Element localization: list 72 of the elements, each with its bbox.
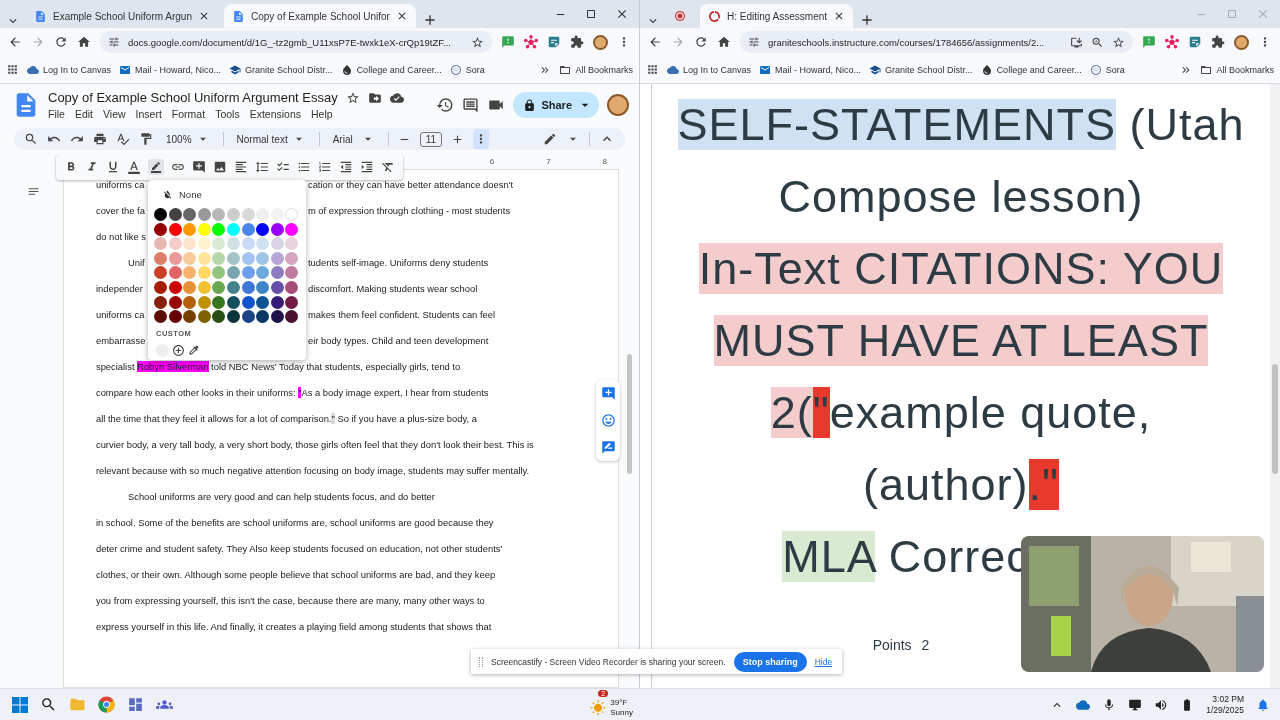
menu-item[interactable]: File	[48, 108, 65, 120]
text-line: in school. Some of the benefits are school uniforms are, school uniforms are good because they	[95, 516, 494, 530]
text-fragment: cation or they can have better attendance doesn't	[307, 178, 513, 192]
text-line: specialist Robyn Silverman told NBC News' Today that students, especially girls, tend to	[95, 360, 461, 374]
font-dropdown[interactable]: Arial	[328, 132, 379, 146]
menu-item[interactable]: Extensions	[249, 108, 301, 120]
style-dropdown[interactable]: Normal text	[232, 132, 310, 146]
text-line: compare how each other looks in their uniforms: "As a body image expert, I hear from students	[95, 386, 489, 400]
font-size-field[interactable]: 11	[419, 131, 443, 147]
text-fragment: tudents self-image. Uniforms deny students	[307, 256, 489, 270]
sharing-message: Screencastify - Screen Video Recorder is sharing your screen.	[491, 656, 726, 667]
temperature: 39°F	[610, 697, 629, 708]
text-line: School uniforms are very good and can help students focus, and do better	[126, 490, 435, 504]
address-bar[interactable]: docs.google.com/document/d/1G_-tz2gmb_U11xsP7E-twxk1eX-crQp19tZF...	[100, 31, 492, 53]
text-line: all the time that they feel it allows for a lot of comparison." So if you have a plus-size body, a	[95, 412, 477, 426]
bookmark[interactable]: Sora	[1089, 63, 1125, 76]
ruler-number: 8	[602, 157, 608, 166]
bookmark[interactable]: Log In to Canvas	[27, 63, 112, 76]
time: 3:02 PM	[1212, 693, 1244, 705]
browser-tab[interactable]: H: Editing Assessment	[700, 4, 854, 28]
text-fragment: eir body types. Child and teen development	[307, 334, 489, 348]
heading-line: (author)."	[862, 458, 1059, 512]
text-line: curvier body, a very tall body, a very short body, those girls often feel that they don't look their best. This is	[95, 438, 534, 452]
stop-sharing-button[interactable]: Stop sharing	[733, 651, 807, 672]
text-fragment: do not like s	[95, 231, 146, 242]
text-fragment: makes them feel confident. Students can feel	[307, 308, 496, 322]
points-label: Points	[872, 637, 912, 653]
hide-link[interactable]: Hide	[814, 656, 833, 667]
text-line: express yourself in this life. And finally, it creates a playing field among students that shows that	[95, 620, 492, 634]
text-fragment: discomfort. Making students wear school	[307, 282, 478, 296]
text-fragment: embarrasse	[95, 335, 146, 346]
bookmark[interactable]: Granite School Distr...	[229, 63, 333, 76]
menu-item[interactable]: Format	[171, 108, 206, 120]
text-fragment: cover the fa	[95, 205, 145, 216]
menu-item[interactable]: Edit	[74, 108, 93, 120]
bookmark[interactable]: College and Career...	[980, 63, 1082, 76]
heading-line: Compose lesson)	[778, 170, 1144, 224]
zoom-dropdown[interactable]: 100%	[162, 132, 214, 146]
bookmark[interactable]: Granite School Distr...	[869, 63, 973, 76]
text-fragment: m of expression through clothing - most students	[307, 204, 511, 218]
document-title[interactable]: Copy of Example School Uniform Argument Essay	[48, 90, 338, 105]
text-fragment: Unif	[127, 257, 145, 268]
text-line: you from expressing yourself, this isn't the case, because there are many, many other ways to	[95, 594, 485, 608]
browser-tab[interactable]: Copy of Example School Unifor	[223, 4, 416, 28]
none-option[interactable]: None	[154, 186, 300, 202]
all-bookmarks[interactable]: All Bookmarks	[559, 63, 633, 76]
date: 1/29/2025	[1206, 704, 1244, 716]
text-line: clothes, or their own. Although some people believe that school uniforms are bad, and they keep	[95, 568, 496, 582]
weather-condition: Sunny	[610, 707, 633, 718]
text-fragment: uniforms ca	[95, 309, 145, 320]
bookmark[interactable]: Mail - Howard, Nico...	[759, 63, 862, 76]
bookmark[interactable]: Sora	[449, 63, 485, 76]
share-button[interactable]: Share	[513, 92, 599, 118]
browser-tab[interactable]: Example School Uniform Argun	[26, 4, 218, 28]
all-bookmarks[interactable]: All Bookmarks	[1200, 63, 1274, 76]
text-fragment: independer	[95, 283, 143, 294]
address-bar[interactable]: graniteschools.instructure.com/courses/1784656/assignments/2...	[740, 31, 1133, 53]
bookmark[interactable]: College and Career...	[340, 63, 442, 76]
heading-line: 2("example quote,	[770, 386, 1152, 440]
menu-item[interactable]: View	[103, 108, 126, 120]
bookmark[interactable]: Log In to Canvas	[667, 63, 752, 76]
text-line: deter crime and student safety. They Also keep students focused on education, not other students'	[95, 542, 503, 556]
bookmark[interactable]: Mail - Howard, Nico...	[119, 63, 222, 76]
clock[interactable]: 3:02 PM 1/29/2025	[1206, 693, 1244, 716]
ruler-number: 7	[546, 157, 551, 166]
menu-item[interactable]: Tools	[215, 108, 240, 120]
menu-item[interactable]: Help	[311, 108, 333, 120]
points-value: 2	[921, 637, 930, 653]
menu-item[interactable]: Insert	[135, 108, 162, 120]
text-line: relevant because with so much negative attention focusing on body image, students may suffer mentally.	[95, 464, 530, 478]
text-fragment: uniforms ca	[95, 179, 145, 190]
ruler-number: 6	[489, 157, 495, 166]
